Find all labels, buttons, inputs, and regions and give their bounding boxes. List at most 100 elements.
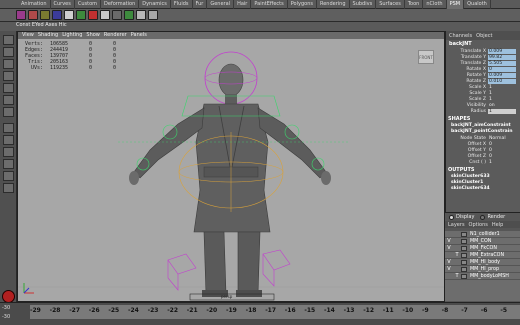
shelf-button-1[interactable] <box>16 10 26 20</box>
channel-attribute-value[interactable]: 0.009 <box>488 72 516 78</box>
channel-attribute-value[interactable]: 0 <box>488 66 516 72</box>
shelf-tab-psm[interactable]: PSM <box>446 0 465 9</box>
shelf-tab-general[interactable]: General <box>207 0 235 9</box>
shelf-button-11[interactable] <box>136 10 146 20</box>
shelf-button-7[interactable] <box>88 10 98 20</box>
shelf-button-8[interactable] <box>100 10 110 20</box>
layout-graph-icon[interactable] <box>3 171 14 181</box>
manipulator-tool-icon[interactable] <box>3 107 14 117</box>
shelf-button-9[interactable] <box>112 10 122 20</box>
channel-attribute-value[interactable]: 0.010 <box>488 78 516 84</box>
channel-attribute-value[interactable]: 1 <box>488 108 516 114</box>
shelf-tab-curves[interactable]: Curves <box>51 0 75 9</box>
layer-row[interactable]: V MM_CON <box>445 238 520 245</box>
layer-color-swatch[interactable] <box>461 252 467 258</box>
channel-box-tab-channels[interactable]: Channels <box>449 33 476 39</box>
radio-display-icon[interactable] <box>449 214 454 220</box>
shelf-tab-hair[interactable]: Hair <box>234 0 252 9</box>
shelf-tab-custom[interactable]: Custom <box>75 0 102 9</box>
layer-visibility-toggle[interactable]: V <box>445 259 453 265</box>
shape-attribute-value[interactable]: Normal <box>488 136 516 141</box>
channel-attribute-row[interactable]: Radius 1 <box>446 108 520 114</box>
shelf-tab-surfaces[interactable]: Surfaces <box>376 0 405 9</box>
shape-attribute-row[interactable]: Offset X0 <box>446 141 520 147</box>
shelf-tab-subdivs[interactable]: Subdivs <box>350 0 377 9</box>
layout-single-icon[interactable] <box>3 123 14 133</box>
shelf-button-10[interactable] <box>124 10 134 20</box>
move-tool-icon[interactable] <box>3 71 14 81</box>
shape-attribute-value[interactable]: 1 <box>488 160 516 165</box>
channel-attribute-row[interactable]: Scale Z1 <box>446 96 520 102</box>
layer-name[interactable]: MM_HI_prop <box>470 267 499 272</box>
channel-attribute-row[interactable]: Scale X1 <box>446 84 520 90</box>
shape-attribute-value[interactable]: 0 <box>488 154 516 159</box>
shelf-button-4[interactable] <box>52 10 62 20</box>
channel-attribute-value[interactable]: 1 <box>488 85 516 90</box>
shape-attribute-value[interactable]: 0 <box>488 148 516 153</box>
rotate-tool-icon[interactable] <box>3 83 14 93</box>
layer-menu-layers[interactable]: Layers <box>448 222 469 228</box>
channel-attribute-row[interactable]: Translate Y 99.82 <box>446 54 520 60</box>
shelf-tab-qualoth[interactable]: Qualoth <box>464 0 491 9</box>
channel-attribute-value[interactable]: 1 <box>488 97 516 102</box>
layer-name[interactable]: MM_FkCON <box>470 246 497 251</box>
channel-attribute-row[interactable]: Translate X 0.009 <box>446 48 520 54</box>
layer-name[interactable]: MM_HI_body <box>470 260 500 265</box>
channel-attribute-value[interactable]: 5.505 <box>488 60 516 66</box>
layer-name[interactable]: MM_bodyLoMSH <box>470 274 509 279</box>
shelf-tab-ncloth[interactable]: nCloth <box>423 0 447 9</box>
output-node[interactable]: skinCluster634 <box>446 186 520 192</box>
shelf-tab-painteffects[interactable]: PaintEffects <box>251 0 288 9</box>
shape-attribute-value[interactable]: 0 <box>488 142 516 147</box>
channel-box-tab-object[interactable]: Object <box>476 33 496 39</box>
shelf-button-12[interactable] <box>148 10 158 20</box>
channel-box-node-name[interactable]: backJNT <box>446 40 520 48</box>
layout-hypershade-icon[interactable] <box>3 183 14 193</box>
select-tool-icon[interactable] <box>3 35 14 45</box>
layout-four-icon[interactable] <box>3 135 14 145</box>
layer-row[interactable]: V MM_FkCON <box>445 245 520 252</box>
channel-attribute-row[interactable]: Rotate Z 0.010 <box>446 78 520 84</box>
layer-row[interactable]: V MM_HI_body <box>445 259 520 266</box>
layer-menu-help[interactable]: Help <box>492 222 507 228</box>
shelf-tab-animation[interactable]: Animation <box>18 0 51 9</box>
layer-visibility-toggle[interactable]: V <box>445 238 453 244</box>
layer-color-swatch[interactable] <box>461 273 467 279</box>
layer-row[interactable]: T MM_bodyLoMSH <box>445 273 520 280</box>
layer-color-swatch[interactable] <box>461 245 467 251</box>
shelf-tab-polygons[interactable]: Polygons <box>288 0 317 9</box>
channel-attribute-row[interactable]: Translate Z 5.505 <box>446 60 520 66</box>
channel-attribute-row[interactable]: Scale Y1 <box>446 90 520 96</box>
channel-attribute-row[interactable]: Rotate X0 <box>446 66 520 72</box>
layer-color-swatch[interactable] <box>461 238 467 244</box>
layer-color-swatch[interactable] <box>461 259 467 265</box>
shelf-tab-toon[interactable]: Toon <box>405 0 424 9</box>
shelf-tab-rendering[interactable]: Rendering <box>317 0 350 9</box>
paint-select-tool-icon[interactable] <box>3 59 14 69</box>
time-slider-track[interactable]: -29 -28 -27 -26 -25 -24 -23 -22 -21 -20 -19 -18 -17-… <box>30 305 520 319</box>
shape-attribute-row[interactable]: Offset Y0 <box>446 147 520 153</box>
shape-attribute-row[interactable]: Cnst ( ) 1 <box>446 159 520 165</box>
radio-render-icon[interactable] <box>480 214 486 220</box>
layer-name[interactable]: MM_ExtraCON <box>470 253 504 258</box>
shelf-button-2[interactable] <box>28 10 38 20</box>
shelf-tab-deformation[interactable]: Deformation <box>101 0 140 9</box>
layer-menu-options[interactable]: Options <box>469 222 492 228</box>
layer-row[interactable]: V MM_HI_prop <box>445 266 520 273</box>
layout-split-icon[interactable] <box>3 147 14 157</box>
channel-attribute-row[interactable]: Rotate Y 0.009 <box>446 72 520 78</box>
channel-attribute-value[interactable]: 99.82 <box>488 54 516 60</box>
shape-node[interactable]: backJNT_pointConstrain <box>446 129 520 135</box>
shelf-tab-dynamics[interactable]: Dynamics <box>139 0 171 9</box>
scale-tool-icon[interactable] <box>3 95 14 105</box>
channel-attribute-row[interactable]: Visibility on <box>446 102 520 108</box>
layer-visibility-toggle[interactable]: V <box>445 245 453 251</box>
lasso-tool-icon[interactable] <box>3 47 14 57</box>
perspective-viewport[interactable]: View Shading Lighting Show Renderer Panels Ve… <box>17 31 445 302</box>
layer-template-toggle[interactable]: T <box>453 273 461 279</box>
layer-color-swatch[interactable] <box>461 231 467 237</box>
layer-row[interactable]: N1_collider1 <box>445 231 520 238</box>
shelf-tab-fluids[interactable]: Fluids <box>171 0 193 9</box>
channel-attribute-value[interactable]: 1 <box>488 91 516 96</box>
channel-attribute-value[interactable]: on <box>488 103 516 108</box>
